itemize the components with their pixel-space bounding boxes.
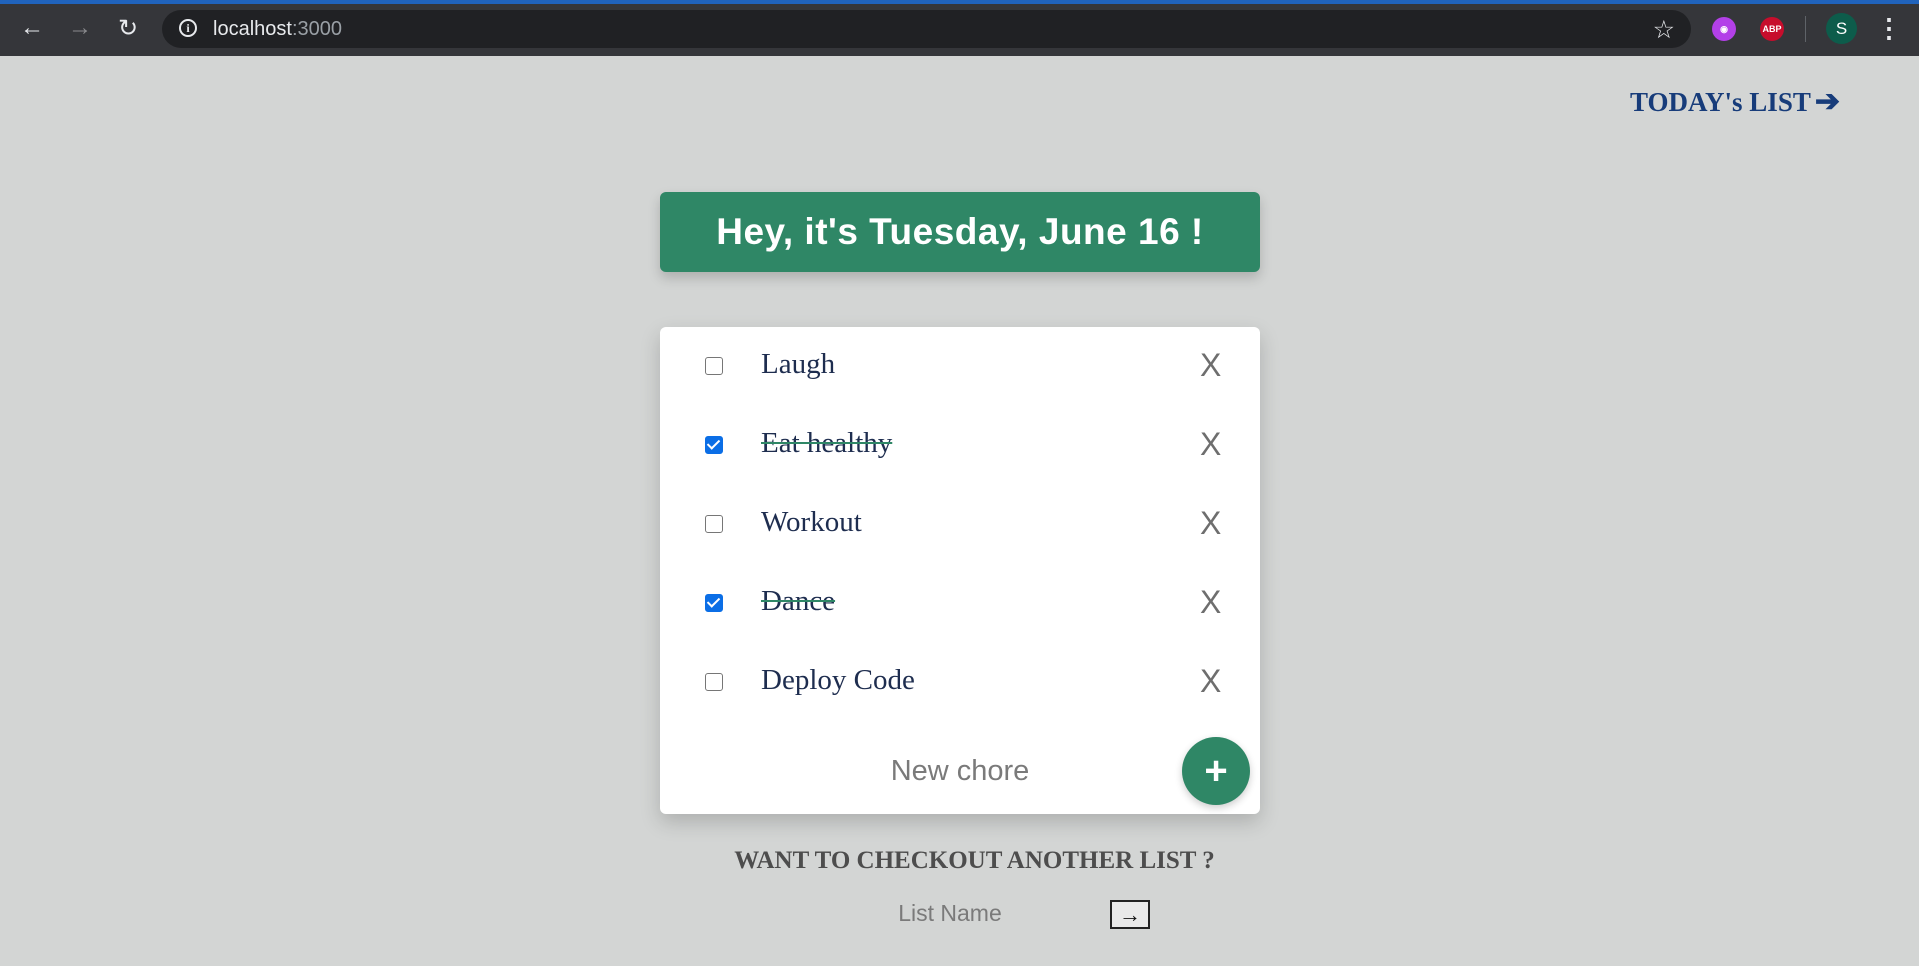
- delete-chore-button[interactable]: X: [1200, 505, 1221, 542]
- chore-label: Eat healthy: [761, 427, 893, 459]
- todays-list-link[interactable]: TODAY's LIST ➔: [1630, 84, 1840, 119]
- chore-checkbox[interactable]: [705, 357, 723, 375]
- toolbar-divider: [1805, 16, 1806, 42]
- chore-row: Eat healthy X: [660, 406, 1260, 485]
- site-info-icon[interactable]: i: [179, 19, 197, 37]
- chore-row: Workout X: [660, 485, 1260, 564]
- address-bar[interactable]: i localhost:3000 ☆: [162, 10, 1691, 48]
- arrow-right-icon: ➔: [1814, 85, 1840, 118]
- todays-list-label: TODAY's LIST: [1630, 87, 1811, 117]
- chore-checkbox[interactable]: [705, 515, 723, 533]
- extension-icon[interactable]: ◉: [1712, 17, 1736, 41]
- loading-bar: [0, 0, 1919, 4]
- delete-chore-button[interactable]: X: [1200, 426, 1221, 463]
- list-name-input[interactable]: List Name: [880, 900, 1020, 927]
- browser-toolbar: ← → ↻ i localhost:3000 ☆ ◉ ABP S ⋮: [0, 0, 1919, 56]
- url-text: localhost:3000: [213, 18, 342, 40]
- chore-list-card: Laugh X Eat healthy X Workout X Dance X …: [660, 327, 1260, 814]
- chore-label: Dance: [761, 585, 836, 617]
- chore-row: Laugh X: [660, 327, 1260, 406]
- back-icon[interactable]: ←: [16, 12, 48, 44]
- new-chore-input[interactable]: New chore: [810, 755, 1110, 788]
- date-text: Hey, it's Tuesday, June 16 !: [716, 211, 1204, 252]
- delete-chore-button[interactable]: X: [1200, 347, 1221, 384]
- another-list-heading: WANT TO CHECKOUT ANOTHER LIST ?: [734, 847, 1215, 874]
- reload-icon[interactable]: ↻: [112, 12, 144, 44]
- go-to-list-button[interactable]: →: [1110, 900, 1150, 929]
- date-banner: Hey, it's Tuesday, June 16 !: [660, 192, 1260, 272]
- chore-label: Workout: [761, 506, 862, 538]
- chore-row: Dance X: [660, 564, 1260, 643]
- browser-menu-icon[interactable]: ⋮: [1876, 14, 1902, 44]
- chore-checkbox[interactable]: [705, 594, 723, 612]
- adblock-extension-icon[interactable]: ABP: [1760, 17, 1784, 41]
- chore-label: Laugh: [761, 348, 836, 380]
- chore-row: Deploy Code X: [660, 643, 1260, 722]
- chore-label: Deploy Code: [761, 664, 915, 696]
- chore-checkbox[interactable]: [705, 673, 723, 691]
- delete-chore-button[interactable]: X: [1200, 584, 1221, 621]
- bookmark-star-icon[interactable]: ☆: [1653, 15, 1675, 45]
- add-chore-button[interactable]: +: [1182, 737, 1250, 805]
- forward-icon[interactable]: →: [64, 12, 96, 44]
- delete-chore-button[interactable]: X: [1200, 663, 1221, 700]
- chore-checkbox[interactable]: [705, 436, 723, 454]
- profile-avatar[interactable]: S: [1826, 13, 1857, 44]
